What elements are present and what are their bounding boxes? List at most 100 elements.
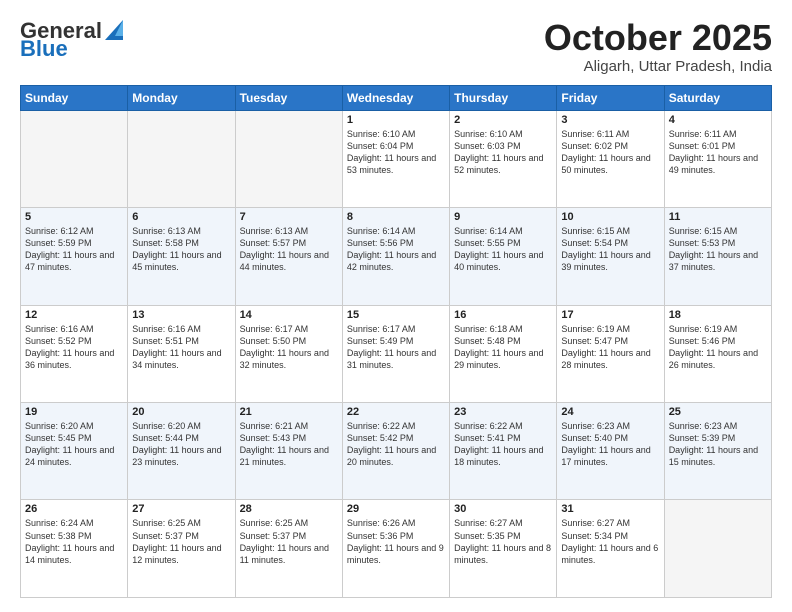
day-info: Sunrise: 6:26 AMSunset: 5:36 PMDaylight:…	[347, 517, 445, 566]
day-number: 12	[25, 309, 123, 321]
day-number: 19	[25, 406, 123, 418]
day-info: Sunrise: 6:20 AMSunset: 5:44 PMDaylight:…	[132, 420, 230, 469]
calendar-day-cell: 25Sunrise: 6:23 AMSunset: 5:39 PMDayligh…	[664, 403, 771, 500]
day-info: Sunrise: 6:27 AMSunset: 5:35 PMDaylight:…	[454, 517, 552, 566]
day-number: 18	[669, 309, 767, 321]
calendar-header-wednesday: Wednesday	[342, 85, 449, 110]
day-info: Sunrise: 6:14 AMSunset: 5:55 PMDaylight:…	[454, 225, 552, 274]
calendar-week-row: 1Sunrise: 6:10 AMSunset: 6:04 PMDaylight…	[21, 110, 772, 207]
calendar-day-cell	[664, 500, 771, 598]
day-info: Sunrise: 6:10 AMSunset: 6:03 PMDaylight:…	[454, 128, 552, 177]
day-number: 26	[25, 503, 123, 515]
day-number: 14	[240, 309, 338, 321]
day-number: 6	[132, 211, 230, 223]
day-number: 21	[240, 406, 338, 418]
day-info: Sunrise: 6:17 AMSunset: 5:50 PMDaylight:…	[240, 323, 338, 372]
calendar-table: SundayMondayTuesdayWednesdayThursdayFrid…	[20, 85, 772, 598]
calendar-day-cell: 28 Sunrise: 6:25 AMSunset: 5:37 PMDayligh…	[235, 500, 342, 598]
day-info: Sunrise: 6:19 AMSunset: 5:46 PMDaylight:…	[669, 323, 767, 372]
calendar-day-cell: 15Sunrise: 6:17 AMSunset: 5:49 PMDayligh…	[342, 305, 449, 402]
calendar-day-cell: 9 Sunrise: 6:14 AMSunset: 5:55 PMDaylight…	[450, 208, 557, 305]
day-number: 23	[454, 406, 552, 418]
day-number: 2	[454, 114, 552, 126]
calendar-day-cell: 20 Sunrise: 6:20 AMSunset: 5:44 PMDayligh…	[128, 403, 235, 500]
logo-blue-text: Blue	[20, 36, 68, 62]
day-number: 7	[240, 211, 338, 223]
calendar-day-cell: 17 Sunrise: 6:19 AMSunset: 5:47 PMDayligh…	[557, 305, 664, 402]
day-number: 27	[132, 503, 230, 515]
calendar-day-cell: 12 Sunrise: 6:16 AMSunset: 5:52 PMDayligh…	[21, 305, 128, 402]
day-number: 13	[132, 309, 230, 321]
day-number: 16	[454, 309, 552, 321]
day-info: Sunrise: 6:23 AMSunset: 5:39 PMDaylight:…	[669, 420, 767, 469]
calendar-week-row: 19 Sunrise: 6:20 AMSunset: 5:45 PMDayligh…	[21, 403, 772, 500]
day-info: Sunrise: 6:19 AMSunset: 5:47 PMDaylight:…	[561, 323, 659, 372]
day-number: 15	[347, 309, 445, 321]
calendar-day-cell: 16Sunrise: 6:18 AMSunset: 5:48 PMDayligh…	[450, 305, 557, 402]
day-info: Sunrise: 6:15 AMSunset: 5:54 PMDaylight:…	[561, 225, 659, 274]
calendar-day-cell: 10Sunrise: 6:15 AMSunset: 5:54 PMDayligh…	[557, 208, 664, 305]
day-info: Sunrise: 6:11 AMSunset: 6:01 PMDaylight:…	[669, 128, 767, 177]
day-info: Sunrise: 6:27 AMSunset: 5:34 PMDaylight:…	[561, 517, 659, 566]
calendar-header-row: SundayMondayTuesdayWednesdayThursdayFrid…	[21, 85, 772, 110]
logo: General Blue	[20, 18, 125, 62]
day-number: 9	[454, 211, 552, 223]
calendar-day-cell: 5Sunrise: 6:12 AMSunset: 5:59 PMDaylight…	[21, 208, 128, 305]
header: General Blue October 2025 Aligarh, Uttar…	[20, 18, 772, 75]
day-info: Sunrise: 6:21 AMSunset: 5:43 PMDaylight:…	[240, 420, 338, 469]
calendar-day-cell: 2 Sunrise: 6:10 AMSunset: 6:03 PMDaylight…	[450, 110, 557, 207]
calendar-header-thursday: Thursday	[450, 85, 557, 110]
calendar-day-cell: 8 Sunrise: 6:14 AMSunset: 5:56 PMDaylight…	[342, 208, 449, 305]
calendar-header-friday: Friday	[557, 85, 664, 110]
day-number: 3	[561, 114, 659, 126]
calendar-day-cell: 3Sunrise: 6:11 AMSunset: 6:02 PMDaylight…	[557, 110, 664, 207]
calendar-day-cell: 7Sunrise: 6:13 AMSunset: 5:57 PMDaylight…	[235, 208, 342, 305]
logo-icon	[103, 16, 125, 42]
day-number: 4	[669, 114, 767, 126]
calendar-day-cell: 27 Sunrise: 6:25 AMSunset: 5:37 PMDayligh…	[128, 500, 235, 598]
day-number: 30	[454, 503, 552, 515]
calendar-header-tuesday: Tuesday	[235, 85, 342, 110]
calendar-day-cell: 4 Sunrise: 6:11 AMSunset: 6:01 PMDaylight…	[664, 110, 771, 207]
calendar-day-cell: 26Sunrise: 6:24 AMSunset: 5:38 PMDayligh…	[21, 500, 128, 598]
day-info: Sunrise: 6:16 AMSunset: 5:52 PMDaylight:…	[25, 323, 123, 372]
calendar-day-cell: 31 Sunrise: 6:27 AMSunset: 5:34 PMDayligh…	[557, 500, 664, 598]
calendar-day-cell: 29 Sunrise: 6:26 AMSunset: 5:36 PMDayligh…	[342, 500, 449, 598]
day-number: 11	[669, 211, 767, 223]
calendar-day-cell: 30 Sunrise: 6:27 AMSunset: 5:35 PMDayligh…	[450, 500, 557, 598]
header-right: October 2025 Aligarh, Uttar Pradesh, Ind…	[544, 18, 772, 75]
day-info: Sunrise: 6:10 AMSunset: 6:04 PMDaylight:…	[347, 128, 445, 177]
day-number: 20	[132, 406, 230, 418]
day-info: Sunrise: 6:15 AMSunset: 5:53 PMDaylight:…	[669, 225, 767, 274]
calendar-header-saturday: Saturday	[664, 85, 771, 110]
calendar-day-cell	[235, 110, 342, 207]
day-number: 28	[240, 503, 338, 515]
calendar-week-row: 26Sunrise: 6:24 AMSunset: 5:38 PMDayligh…	[21, 500, 772, 598]
day-number: 29	[347, 503, 445, 515]
calendar-day-cell: 23 Sunrise: 6:22 AMSunset: 5:41 PMDayligh…	[450, 403, 557, 500]
calendar-day-cell: 6Sunrise: 6:13 AMSunset: 5:58 PMDaylight…	[128, 208, 235, 305]
day-info: Sunrise: 6:25 AMSunset: 5:37 PMDaylight:…	[132, 517, 230, 566]
day-info: Sunrise: 6:14 AMSunset: 5:56 PMDaylight:…	[347, 225, 445, 274]
day-info: Sunrise: 6:22 AMSunset: 5:41 PMDaylight:…	[454, 420, 552, 469]
day-number: 17	[561, 309, 659, 321]
page: General Blue October 2025 Aligarh, Uttar…	[0, 0, 792, 612]
calendar-day-cell: 24 Sunrise: 6:23 AMSunset: 5:40 PMDayligh…	[557, 403, 664, 500]
day-number: 8	[347, 211, 445, 223]
calendar-week-row: 12 Sunrise: 6:16 AMSunset: 5:52 PMDayligh…	[21, 305, 772, 402]
day-number: 5	[25, 211, 123, 223]
day-number: 31	[561, 503, 659, 515]
day-info: Sunrise: 6:23 AMSunset: 5:40 PMDaylight:…	[561, 420, 659, 469]
day-info: Sunrise: 6:25 AMSunset: 5:37 PMDaylight:…	[240, 517, 338, 566]
calendar-day-cell	[128, 110, 235, 207]
day-number: 22	[347, 406, 445, 418]
calendar-day-cell: 11 Sunrise: 6:15 AMSunset: 5:53 PMDayligh…	[664, 208, 771, 305]
day-info: Sunrise: 6:20 AMSunset: 5:45 PMDaylight:…	[25, 420, 123, 469]
calendar-day-cell: 21 Sunrise: 6:21 AMSunset: 5:43 PMDayligh…	[235, 403, 342, 500]
day-number: 24	[561, 406, 659, 418]
calendar-day-cell	[21, 110, 128, 207]
calendar-day-cell: 19 Sunrise: 6:20 AMSunset: 5:45 PMDayligh…	[21, 403, 128, 500]
calendar-day-cell: 22Sunrise: 6:22 AMSunset: 5:42 PMDayligh…	[342, 403, 449, 500]
calendar-day-cell: 1Sunrise: 6:10 AMSunset: 6:04 PMDaylight…	[342, 110, 449, 207]
calendar-week-row: 5Sunrise: 6:12 AMSunset: 5:59 PMDaylight…	[21, 208, 772, 305]
